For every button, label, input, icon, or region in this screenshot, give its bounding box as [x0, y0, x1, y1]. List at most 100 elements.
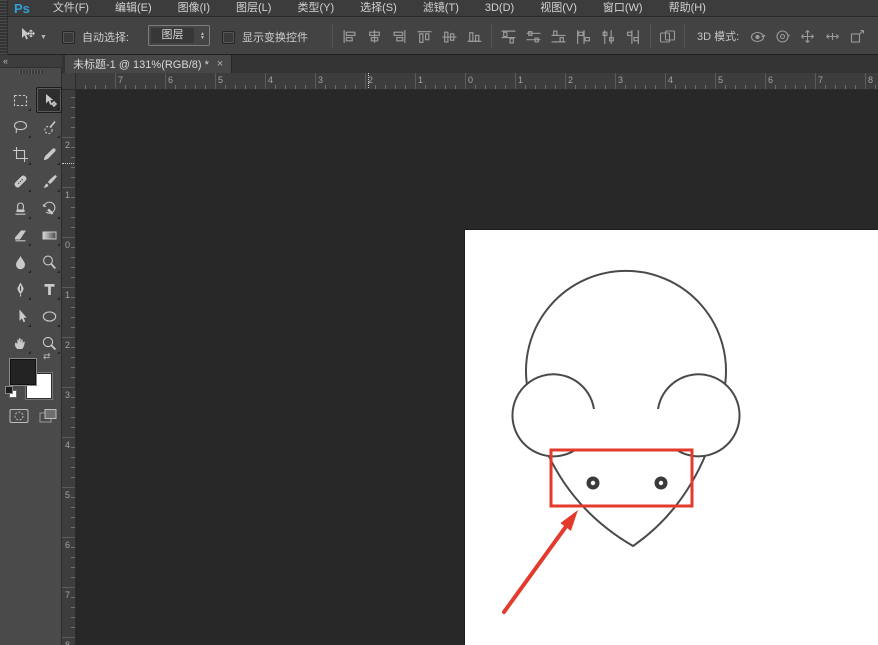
auto-align-layers-icon[interactable]: [659, 29, 676, 44]
tool-preset-button[interactable]: ▼: [16, 26, 47, 49]
ruler-major-tick: [315, 73, 316, 90]
3d-drag-icon[interactable]: [799, 29, 816, 44]
menu-item-8[interactable]: 视图(V): [527, 0, 590, 17]
menu-item-7[interactable]: 3D(D): [472, 0, 527, 17]
vertical-ruler[interactable]: 21012345678: [62, 90, 76, 645]
ruler-label: 8: [65, 640, 70, 645]
ruler-tick: [625, 85, 626, 89]
spot-healing-brush-tool[interactable]: [7, 168, 33, 194]
spinner-arrows-icon[interactable]: ▲▼: [196, 32, 209, 40]
3d-slide-icon[interactable]: [824, 29, 841, 44]
ruler-major-tick: [265, 73, 266, 90]
type-tool[interactable]: [36, 276, 62, 302]
default-colors-icon[interactable]: [5, 386, 17, 398]
crop-tool[interactable]: [7, 141, 33, 167]
ruler-tick: [71, 547, 75, 548]
ruler-tick: [71, 257, 75, 258]
ruler-corner[interactable]: [62, 73, 76, 90]
canvas-viewport[interactable]: [76, 90, 878, 645]
menu-item-0[interactable]: 文件(F): [40, 0, 102, 17]
ruler-major-tick: [62, 287, 76, 288]
3d-rotate-icon[interactable]: [749, 29, 766, 44]
ruler-major-tick: [115, 73, 116, 90]
menu-item-4[interactable]: 类型(Y): [284, 0, 347, 17]
document-canvas[interactable]: [465, 230, 878, 645]
align-vertical-centers-icon[interactable]: [441, 29, 458, 44]
menu-item-9[interactable]: 窗口(W): [590, 0, 656, 17]
ruler-tick: [435, 85, 436, 89]
align-bottom-edges-icon[interactable]: [466, 29, 483, 44]
align-left-edges-icon[interactable]: [341, 29, 358, 44]
eyedropper-tool[interactable]: [36, 141, 62, 167]
quick-selection-tool[interactable]: [36, 114, 62, 140]
ruler-tick: [275, 85, 276, 89]
menu-item-3[interactable]: 图层(L): [223, 0, 284, 17]
ruler-tick: [71, 617, 75, 618]
ruler-tick: [71, 427, 75, 428]
quick-mask-mode-button[interactable]: [8, 407, 30, 425]
gradient-tool[interactable]: [36, 222, 62, 248]
swap-colors-icon[interactable]: ⇄: [43, 351, 51, 362]
history-brush-tool[interactable]: [36, 195, 62, 221]
rectangular-marquee-tool[interactable]: [7, 87, 33, 113]
ruler-label: 0: [65, 240, 70, 250]
align-horizontal-centers-icon[interactable]: [366, 29, 383, 44]
clone-stamp-tool[interactable]: [7, 195, 33, 221]
foreground-color-swatch[interactable]: [9, 358, 37, 386]
panel-grip[interactable]: [0, 0, 8, 16]
screen-mode-button[interactable]: [36, 407, 60, 425]
auto-select-checkbox[interactable]: [62, 31, 75, 44]
panel-grip[interactable]: [0, 17, 8, 55]
blur-tool[interactable]: [7, 249, 33, 275]
pen-tool[interactable]: [7, 276, 33, 302]
horizontal-ruler[interactable]: 7654321012345678: [76, 73, 878, 90]
distribute-vertical-centers-icon[interactable]: [525, 29, 542, 44]
menu-item-2[interactable]: 图像(I): [165, 0, 223, 17]
ruler-tick: [71, 627, 75, 628]
hand-tool[interactable]: [7, 330, 33, 356]
ruler-major-tick: [415, 73, 416, 90]
3d-roll-icon[interactable]: [774, 29, 791, 44]
distribute-top-edges-icon[interactable]: [500, 29, 517, 44]
tools-panel-grip[interactable]: [19, 70, 43, 74]
eraser-tool[interactable]: [7, 222, 33, 248]
dodge-tool[interactable]: [36, 249, 62, 275]
menu-item-6[interactable]: 滤镜(T): [410, 0, 472, 17]
ruler-major-tick: [62, 437, 76, 438]
distribute-bottom-edges-icon[interactable]: [550, 29, 567, 44]
move-tool[interactable]: [36, 87, 62, 113]
brush-tool[interactable]: [36, 168, 62, 194]
face-sketch-drawing: [465, 230, 878, 645]
distribute-left-edges-icon[interactable]: [575, 29, 592, 44]
ellipse-tool[interactable]: [36, 303, 62, 329]
lasso-tool[interactable]: [7, 114, 33, 140]
collapse-panel-button[interactable]: «: [0, 55, 62, 68]
ruler-tick: [71, 97, 75, 98]
ruler-tick: [755, 85, 756, 89]
menu-item-10[interactable]: 帮助(H): [656, 0, 719, 17]
tools-panel: « ⇄: [0, 55, 62, 645]
path-selection-tool[interactable]: [7, 303, 33, 329]
3d-scale-icon[interactable]: [849, 29, 866, 44]
align-top-edges-icon[interactable]: [416, 29, 433, 44]
ruler-tick: [71, 527, 75, 528]
ruler-tick: [71, 377, 75, 378]
ruler-tick: [795, 85, 796, 89]
ruler-tick: [71, 497, 75, 498]
menu-item-5[interactable]: 选择(S): [347, 0, 410, 17]
ruler-tick: [825, 85, 826, 89]
align-right-edges-icon[interactable]: [391, 29, 408, 44]
ruler-tick: [71, 157, 75, 158]
ruler-tick: [71, 147, 75, 148]
close-tab-icon[interactable]: ×: [217, 59, 223, 70]
ruler-major-tick: [62, 637, 76, 638]
layer-target-dropdown[interactable]: 图层 ▲▼: [148, 25, 210, 46]
annotation-arrow-shaft: [504, 525, 567, 612]
show-transform-checkbox[interactable]: [222, 31, 235, 44]
menu-item-1[interactable]: 编辑(E): [102, 0, 165, 17]
ruler-tick: [71, 167, 75, 168]
ruler-tick: [485, 85, 486, 89]
distribute-right-edges-icon[interactable]: [625, 29, 642, 44]
distribute-horizontal-centers-icon[interactable]: [600, 29, 617, 44]
document-tab[interactable]: 未标题-1 @ 131%(RGB/8) * ×: [65, 55, 232, 73]
